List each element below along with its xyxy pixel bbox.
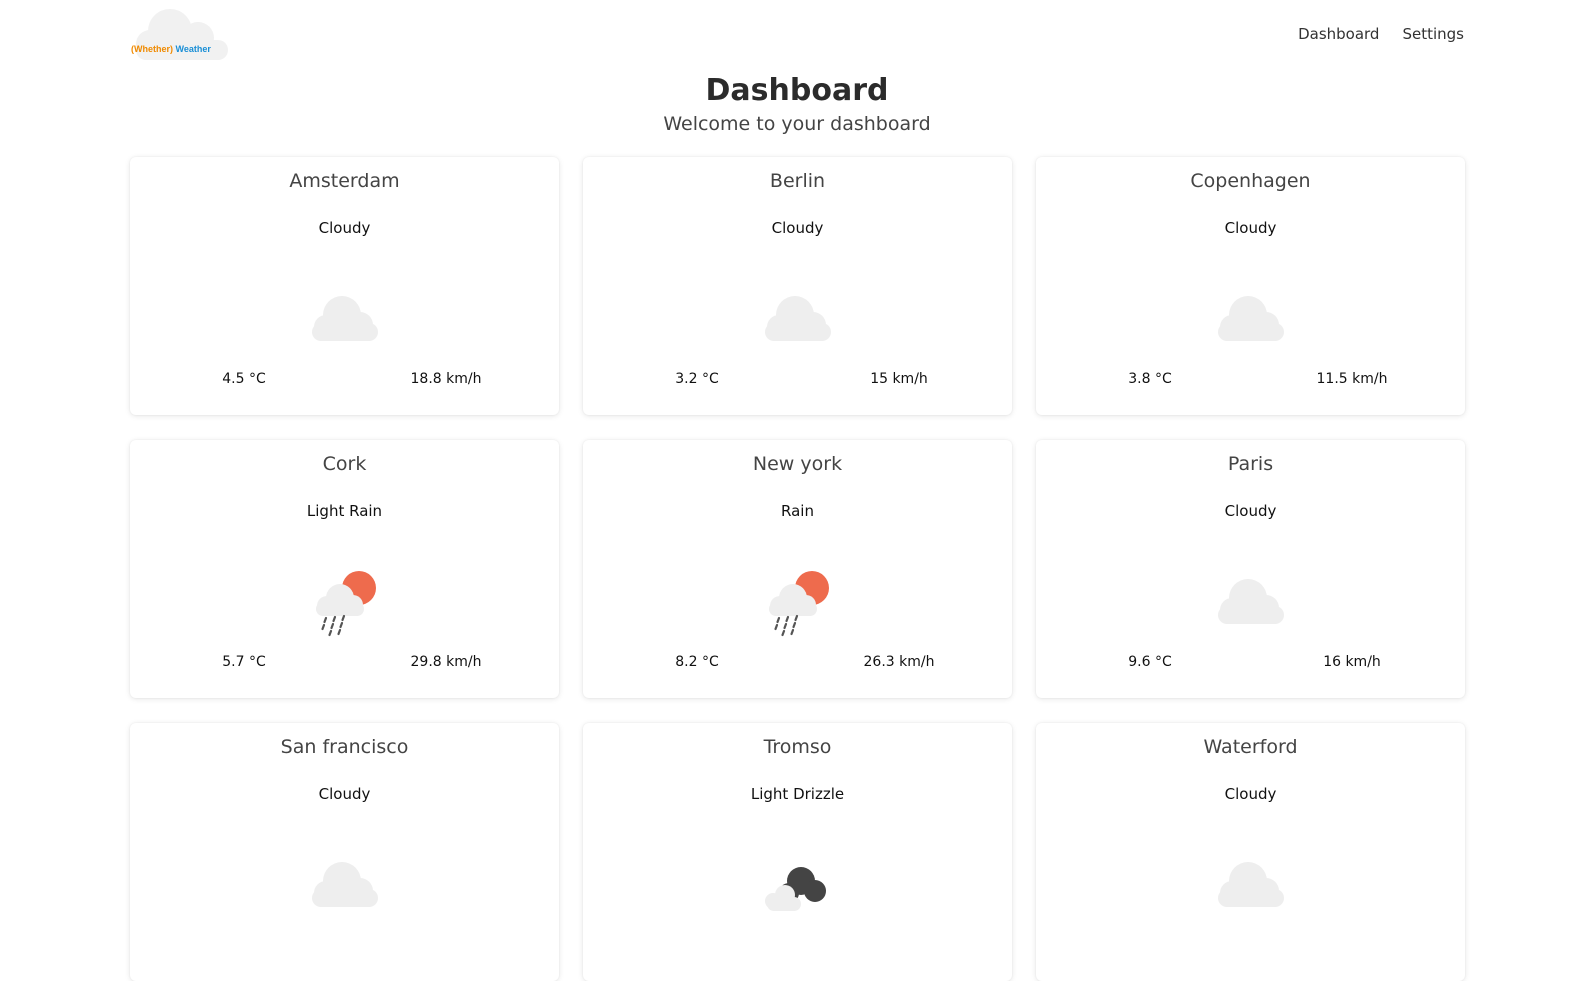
cloudy-icon [302, 851, 388, 915]
wind-speed: 18.8 km/h [410, 371, 482, 387]
wind-speed: 26.3 km/h [863, 654, 935, 670]
top-navbar: (Whether) Weather Dashboard Settings [0, 0, 1580, 70]
page-header: Dashboard Welcome to your dashboard [0, 70, 1580, 136]
brand-name-part2: Weather [175, 44, 211, 54]
weather-condition: Light Drizzle [750, 785, 845, 803]
city-name: Copenhagen [1190, 170, 1311, 192]
temperature: 9.6 °C [1128, 654, 1172, 670]
city-card[interactable]: Cork Light Rain 5.7 °C 29.8 km/h [130, 440, 559, 698]
weather-condition: Cloudy [1224, 502, 1277, 520]
sun-rain-icon [755, 568, 841, 637]
temperature: 3.8 °C [1128, 371, 1172, 387]
city-name: San francisco [280, 736, 409, 758]
city-card[interactable]: San francisco Cloudy [130, 723, 559, 981]
temperature: 4.5 °C [222, 371, 266, 387]
wind-speed: 11.5 km/h [1316, 371, 1388, 387]
weather-condition: Cloudy [318, 219, 371, 237]
weather-condition: Rain [781, 502, 814, 520]
city-name: Cork [322, 453, 367, 475]
city-card[interactable]: Copenhagen Cloudy 3.8 °C 11.5 km/h [1036, 157, 1465, 415]
wind-speed: 29.8 km/h [410, 654, 482, 670]
city-name: Tromso [763, 736, 832, 758]
page-subtitle: Welcome to your dashboard [663, 113, 931, 135]
city-name: New york [752, 453, 843, 475]
brand-logo[interactable]: (Whether) Weather [126, 4, 230, 62]
nav-dashboard-link[interactable]: Dashboard [1298, 25, 1379, 43]
dark-cloud-icon [755, 851, 841, 915]
brand-name: (Whether) Weather [131, 44, 211, 54]
city-card[interactable]: Berlin Cloudy 3.2 °C 15 km/h [583, 157, 1012, 415]
city-card[interactable]: Tromso Light Drizzle [583, 723, 1012, 981]
city-card[interactable]: Paris Cloudy 9.6 °C 16 km/h [1036, 440, 1465, 698]
temperature: 8.2 °C [675, 654, 719, 670]
sun-rain-icon [302, 568, 388, 637]
weather-condition: Cloudy [1224, 785, 1277, 803]
city-name: Berlin [769, 170, 826, 192]
nav-settings-link[interactable]: Settings [1402, 25, 1464, 43]
cloudy-icon [1208, 568, 1294, 632]
weather-condition: Light Rain [306, 502, 383, 520]
temperature: 5.7 °C [222, 654, 266, 670]
main-nav: Dashboard Settings [1298, 25, 1464, 43]
temperature: 3.2 °C [675, 371, 719, 387]
city-name: Paris [1227, 453, 1274, 475]
city-cards-grid: Amsterdam Cloudy 4.5 °C 18.8 km/h Berlin Clou… [130, 157, 1465, 981]
weather-condition: Cloudy [1224, 219, 1277, 237]
wind-speed: 15 km/h [870, 371, 928, 387]
weather-condition: Cloudy [318, 785, 371, 803]
cloudy-icon [1208, 851, 1294, 915]
cloudy-icon [755, 285, 841, 349]
cloudy-icon [1208, 285, 1294, 349]
city-name: Amsterdam [289, 170, 400, 192]
weather-condition: Cloudy [771, 219, 824, 237]
city-card[interactable]: New york Rain 8.2 °C 26.3 km/h [583, 440, 1012, 698]
city-name: Waterford [1203, 736, 1298, 758]
cloudy-icon [302, 285, 388, 349]
page-title: Dashboard [705, 73, 889, 108]
brand-name-part1: (Whether) [131, 44, 173, 54]
wind-speed: 16 km/h [1323, 654, 1381, 670]
city-card[interactable]: Waterford Cloudy [1036, 723, 1465, 981]
city-card[interactable]: Amsterdam Cloudy 4.5 °C 18.8 km/h [130, 157, 559, 415]
